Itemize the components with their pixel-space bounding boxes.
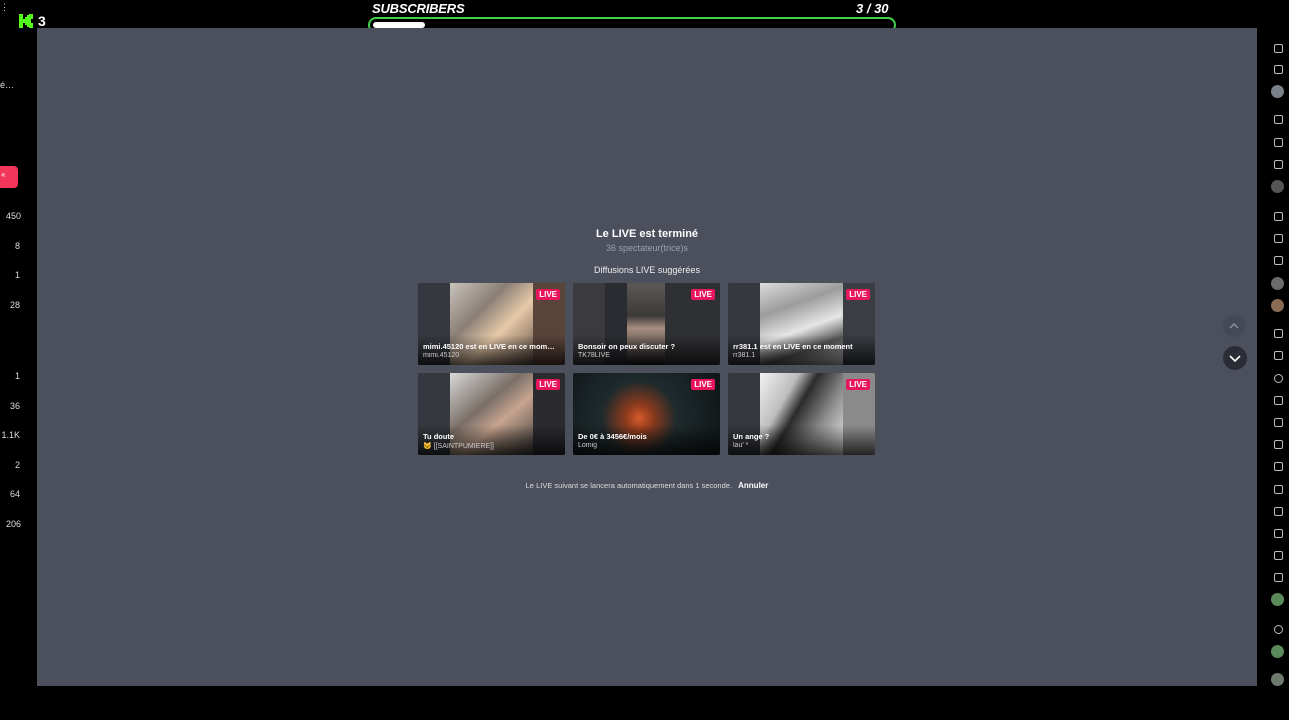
suggested-live-card[interactable]: LIVE Tu doute 🐱 [[SAINTPUMIERE]] xyxy=(418,373,565,455)
sidebar-icon[interactable] xyxy=(1274,440,1283,449)
live-badge: LIVE xyxy=(536,379,560,390)
suggested-live-card[interactable]: LIVE rr381.1 est en LIVE en ce moment rr… xyxy=(728,283,875,365)
left-sidebar: ⋮ é… « 450 8 1 28 1 36 1.1K 2 64 206 xyxy=(0,2,37,720)
sidebar-icon[interactable] xyxy=(1274,44,1283,53)
avatar[interactable] xyxy=(1271,277,1284,290)
card-title: Tu doute xyxy=(423,432,455,441)
sidebar-truncated-text: é… xyxy=(0,80,15,90)
sidebar-icon[interactable] xyxy=(1274,485,1283,494)
sidebar-icon[interactable] xyxy=(1274,573,1283,582)
suggested-live-card[interactable]: LIVE De 0€ à 3456€/mois Lomig xyxy=(573,373,720,455)
next-live-button[interactable] xyxy=(1223,346,1247,370)
card-title: Un ange ? xyxy=(733,432,770,441)
live-badge: LIVE xyxy=(536,289,560,300)
suggested-live-card[interactable]: LIVE Un ange ? lau' * xyxy=(728,373,875,455)
chevron-up-icon xyxy=(1229,322,1239,329)
sidebar-icon[interactable] xyxy=(1274,234,1283,243)
card-username: mimi.45120 xyxy=(423,352,460,359)
live-ended-title: Le LIVE est terminé xyxy=(595,228,699,240)
auto-next-text: Le LIVE suivant se lancera automatiqueme… xyxy=(525,481,733,490)
menu-dots-icon[interactable]: ⋮ xyxy=(0,2,9,13)
sidebar-icon[interactable] xyxy=(1274,507,1283,516)
suggested-live-card[interactable]: LIVE Bonsoir on peux discuter ? TK78LIVE xyxy=(573,283,720,365)
sidebar-count: 64 xyxy=(9,489,20,499)
live-badge: LIVE xyxy=(691,289,715,300)
sidebar-icon[interactable] xyxy=(1274,115,1283,124)
card-username: rr381.1 xyxy=(733,352,756,359)
card-title: mimi.45120 est en LIVE en ce mom… xyxy=(423,342,555,351)
chevron-down-icon xyxy=(1229,355,1241,363)
live-badge: LIVE xyxy=(846,379,870,390)
card-username: 🐱 [[SAINTPUMIERE]] xyxy=(423,443,494,450)
sidebar-count: 8 xyxy=(14,241,20,251)
card-title: rr381.1 est en LIVE en ce moment xyxy=(733,342,853,351)
sidebar-icon[interactable] xyxy=(1274,418,1283,427)
sidebar-count: 2 xyxy=(14,460,20,470)
avatar[interactable] xyxy=(1271,180,1284,193)
sidebar-count: 36 xyxy=(9,401,20,411)
sidebar-highlight-button[interactable]: « xyxy=(0,166,18,188)
avatar[interactable] xyxy=(1271,645,1284,658)
card-username: Lomig xyxy=(578,442,598,449)
heart-icon[interactable] xyxy=(1274,625,1283,634)
sidebar-icon[interactable] xyxy=(1274,462,1283,471)
sidebar-icon[interactable] xyxy=(1274,551,1283,560)
sidebar-count: 206 xyxy=(5,519,21,529)
sidebar-icon[interactable] xyxy=(1274,138,1283,147)
auto-next-notice: Le LIVE suivant se lancera automatiqueme… xyxy=(37,481,1257,490)
previous-live-button[interactable] xyxy=(1223,315,1245,337)
cancel-button[interactable]: Annuler xyxy=(738,481,768,490)
card-username: TK78LIVE xyxy=(578,352,610,359)
subscribers-goal-label: SUBSCRIBERS xyxy=(372,1,465,16)
kick-logo-icon xyxy=(19,14,33,28)
sidebar-icon[interactable] xyxy=(1274,396,1283,405)
sidebar-count: 1.1K xyxy=(1,430,20,440)
sidebar-count: 1 xyxy=(14,371,20,381)
sidebar-icon[interactable] xyxy=(1274,351,1283,360)
sidebar-icon[interactable] xyxy=(1274,160,1283,169)
sidebar-count: 450 xyxy=(5,211,21,221)
avatar[interactable] xyxy=(1271,299,1284,312)
heart-icon[interactable] xyxy=(1274,374,1283,383)
avatar[interactable] xyxy=(1271,593,1284,606)
live-ended-panel: Le LIVE est terminé 36 spectateur(trice)… xyxy=(37,28,1257,686)
card-title: De 0€ à 3456€/mois xyxy=(578,432,647,441)
suggested-live-card[interactable]: LIVE mimi.45120 est en LIVE en ce mom… m… xyxy=(418,283,565,365)
top-overlay-bar: 3 SUBSCRIBERS 3 / 30 xyxy=(0,0,1289,33)
sidebar-count: 1 xyxy=(14,270,20,280)
avatar[interactable] xyxy=(1271,85,1284,98)
card-title: Bonsoir on peux discuter ? xyxy=(578,342,676,351)
suggested-heading: Diffusions LIVE suggérées xyxy=(594,265,700,275)
avatar[interactable] xyxy=(1271,673,1284,686)
sidebar-icon[interactable] xyxy=(1274,329,1283,338)
sidebar-icon[interactable] xyxy=(1274,212,1283,221)
sidebar-count: 28 xyxy=(9,300,20,310)
live-badge: LIVE xyxy=(691,379,715,390)
card-username: lau' * xyxy=(733,442,749,449)
subscribers-goal-count: 3 / 30 xyxy=(856,1,889,16)
right-sidebar xyxy=(1257,28,1289,686)
sidebar-icon[interactable] xyxy=(1274,65,1283,74)
viewer-count: 36 spectateur(trice)s xyxy=(605,243,689,253)
sidebar-icon[interactable] xyxy=(1274,256,1283,265)
live-badge: LIVE xyxy=(846,289,870,300)
kick-count: 3 xyxy=(38,13,46,29)
bottom-bar xyxy=(0,686,1289,720)
sidebar-icon[interactable] xyxy=(1274,529,1283,538)
